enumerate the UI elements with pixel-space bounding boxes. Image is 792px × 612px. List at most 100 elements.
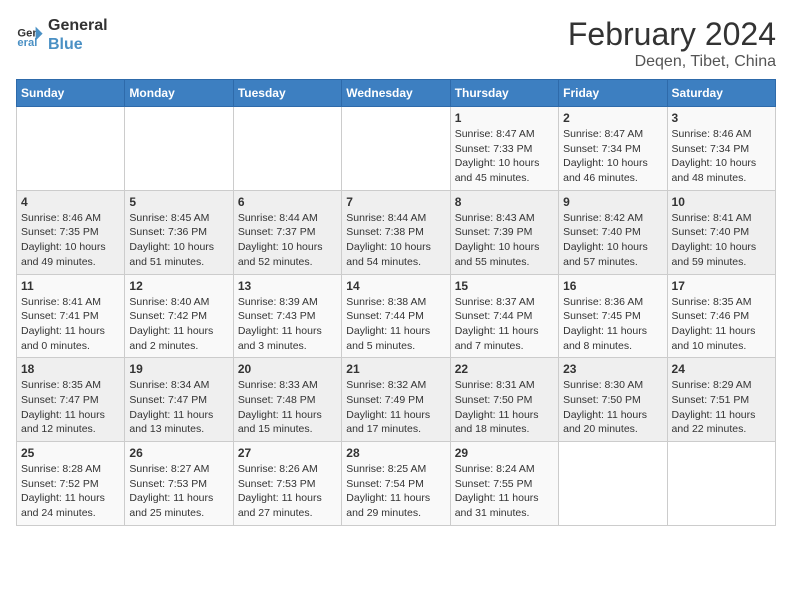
calendar-cell: 10 Sunrise: 8:41 AMSunset: 7:40 PMDayligh… <box>667 190 775 274</box>
day-info: Sunrise: 8:47 AMSunset: 7:34 PMDaylight:… <box>563 127 662 186</box>
day-info: Sunrise: 8:33 AMSunset: 7:48 PMDaylight:… <box>238 378 337 437</box>
calendar-cell: 24Sunrise: 8:29 AMSunset: 7:51 PMDayligh… <box>667 358 775 442</box>
logo-text-blue: Blue <box>48 35 108 54</box>
calendar-cell: 26 Sunrise: 8:27 AMSunset: 7:53 PMDayligh… <box>125 442 233 526</box>
weekday-header-wednesday: Wednesday <box>342 80 450 107</box>
day-number: 1 <box>455 111 554 125</box>
day-number: 25 <box>21 446 120 460</box>
day-number: 15 <box>455 279 554 293</box>
day-info: Sunrise: 8:44 AMSunset: 7:37 PMDaylight:… <box>238 211 337 270</box>
day-info: Sunrise: 8:39 AMSunset: 7:43 PMDaylight:… <box>238 295 337 354</box>
calendar-week-3: 11Sunrise: 8:41 AMSunset: 7:41 PMDayligh… <box>17 274 776 358</box>
day-number: 20 <box>238 362 337 376</box>
day-info: Sunrise: 8:35 AMSunset: 7:46 PMDaylight:… <box>672 295 771 354</box>
day-info: Sunrise: 8:26 AMSunset: 7:53 PMDaylight:… <box>238 462 337 521</box>
day-number: 2 <box>563 111 662 125</box>
day-number: 26 <box>129 446 228 460</box>
weekday-header-monday: Monday <box>125 80 233 107</box>
calendar-cell: 21Sunrise: 8:32 AMSunset: 7:49 PMDayligh… <box>342 358 450 442</box>
calendar-cell: 2 Sunrise: 8:47 AMSunset: 7:34 PMDaylight… <box>559 107 667 191</box>
day-info: Sunrise: 8:25 AMSunset: 7:54 PMDaylight:… <box>346 462 445 521</box>
day-info: Sunrise: 8:31 AMSunset: 7:50 PMDaylight:… <box>455 378 554 437</box>
day-number: 6 <box>238 195 337 209</box>
calendar-cell: 5Sunrise: 8:45 AMSunset: 7:36 PMDaylight… <box>125 190 233 274</box>
calendar-cell: 23 Sunrise: 8:30 AMSunset: 7:50 PMDayligh… <box>559 358 667 442</box>
calendar-cell: 12Sunrise: 8:40 AMSunset: 7:42 PMDayligh… <box>125 274 233 358</box>
day-info: Sunrise: 8:43 AMSunset: 7:39 PMDaylight:… <box>455 211 554 270</box>
calendar-body: 1 Sunrise: 8:47 AMSunset: 7:33 PMDaylight… <box>17 107 776 526</box>
day-number: 8 <box>455 195 554 209</box>
calendar-cell: 8 Sunrise: 8:43 AMSunset: 7:39 PMDaylight… <box>450 190 558 274</box>
title-block: February 2024 Deqen, Tibet, China <box>568 16 776 71</box>
day-info: Sunrise: 8:40 AMSunset: 7:42 PMDaylight:… <box>129 295 228 354</box>
svg-text:eral: eral <box>17 37 37 49</box>
day-info: Sunrise: 8:30 AMSunset: 7:50 PMDaylight:… <box>563 378 662 437</box>
day-number: 19 <box>129 362 228 376</box>
day-info: Sunrise: 8:27 AMSunset: 7:53 PMDaylight:… <box>129 462 228 521</box>
day-number: 16 <box>563 279 662 293</box>
calendar-week-1: 1 Sunrise: 8:47 AMSunset: 7:33 PMDaylight… <box>17 107 776 191</box>
calendar-cell: 13 Sunrise: 8:39 AMSunset: 7:43 PMDayligh… <box>233 274 341 358</box>
calendar-header: SundayMondayTuesdayWednesdayThursdayFrid… <box>17 80 776 107</box>
day-info: Sunrise: 8:47 AMSunset: 7:33 PMDaylight:… <box>455 127 554 186</box>
weekday-header-thursday: Thursday <box>450 80 558 107</box>
calendar-cell: 28 Sunrise: 8:25 AMSunset: 7:54 PMDayligh… <box>342 442 450 526</box>
logo-text-general: General <box>48 16 108 35</box>
calendar-cell: 29Sunrise: 8:24 AMSunset: 7:55 PMDayligh… <box>450 442 558 526</box>
calendar-week-2: 4Sunrise: 8:46 AMSunset: 7:35 PMDaylight… <box>17 190 776 274</box>
day-info: Sunrise: 8:46 AMSunset: 7:34 PMDaylight:… <box>672 127 771 186</box>
day-number: 22 <box>455 362 554 376</box>
day-number: 11 <box>21 279 120 293</box>
calendar-cell <box>17 107 125 191</box>
calendar-cell: 27 Sunrise: 8:26 AMSunset: 7:53 PMDayligh… <box>233 442 341 526</box>
logo-icon: Gen eral <box>16 21 44 49</box>
calendar-cell: 3Sunrise: 8:46 AMSunset: 7:34 PMDaylight… <box>667 107 775 191</box>
calendar-cell: 11Sunrise: 8:41 AMSunset: 7:41 PMDayligh… <box>17 274 125 358</box>
weekday-header-friday: Friday <box>559 80 667 107</box>
day-number: 10 <box>672 195 771 209</box>
day-number: 7 <box>346 195 445 209</box>
day-info: Sunrise: 8:36 AMSunset: 7:45 PMDaylight:… <box>563 295 662 354</box>
calendar-table: SundayMondayTuesdayWednesdayThursdayFrid… <box>16 79 776 526</box>
day-info: Sunrise: 8:35 AMSunset: 7:47 PMDaylight:… <box>21 378 120 437</box>
logo: Gen eral General Blue <box>16 16 108 54</box>
calendar-cell: 15Sunrise: 8:37 AMSunset: 7:44 PMDayligh… <box>450 274 558 358</box>
day-number: 5 <box>129 195 228 209</box>
calendar-cell: 9Sunrise: 8:42 AMSunset: 7:40 PMDaylight… <box>559 190 667 274</box>
calendar-cell: 4Sunrise: 8:46 AMSunset: 7:35 PMDaylight… <box>17 190 125 274</box>
calendar-cell: 14 Sunrise: 8:38 AMSunset: 7:44 PMDayligh… <box>342 274 450 358</box>
day-info: Sunrise: 8:46 AMSunset: 7:35 PMDaylight:… <box>21 211 120 270</box>
calendar-cell <box>667 442 775 526</box>
calendar-cell: 16 Sunrise: 8:36 AMSunset: 7:45 PMDayligh… <box>559 274 667 358</box>
day-info: Sunrise: 8:34 AMSunset: 7:47 PMDaylight:… <box>129 378 228 437</box>
day-info: Sunrise: 8:41 AMSunset: 7:40 PMDaylight:… <box>672 211 771 270</box>
weekday-header-saturday: Saturday <box>667 80 775 107</box>
calendar-cell: 22 Sunrise: 8:31 AMSunset: 7:50 PMDayligh… <box>450 358 558 442</box>
calendar-cell: 17 Sunrise: 8:35 AMSunset: 7:46 PMDayligh… <box>667 274 775 358</box>
day-info: Sunrise: 8:24 AMSunset: 7:55 PMDaylight:… <box>455 462 554 521</box>
day-number: 18 <box>21 362 120 376</box>
day-number: 13 <box>238 279 337 293</box>
weekday-row: SundayMondayTuesdayWednesdayThursdayFrid… <box>17 80 776 107</box>
weekday-header-tuesday: Tuesday <box>233 80 341 107</box>
day-number: 17 <box>672 279 771 293</box>
calendar-cell: 19 Sunrise: 8:34 AMSunset: 7:47 PMDayligh… <box>125 358 233 442</box>
calendar-cell <box>559 442 667 526</box>
day-number: 14 <box>346 279 445 293</box>
calendar-cell: 18 Sunrise: 8:35 AMSunset: 7:47 PMDayligh… <box>17 358 125 442</box>
day-number: 21 <box>346 362 445 376</box>
calendar-cell: 25 Sunrise: 8:28 AMSunset: 7:52 PMDayligh… <box>17 442 125 526</box>
calendar-cell <box>233 107 341 191</box>
day-number: 23 <box>563 362 662 376</box>
day-info: Sunrise: 8:44 AMSunset: 7:38 PMDaylight:… <box>346 211 445 270</box>
calendar-cell <box>342 107 450 191</box>
calendar-title: February 2024 <box>568 16 776 53</box>
day-info: Sunrise: 8:42 AMSunset: 7:40 PMDaylight:… <box>563 211 662 270</box>
day-info: Sunrise: 8:38 AMSunset: 7:44 PMDaylight:… <box>346 295 445 354</box>
day-number: 24 <box>672 362 771 376</box>
page-header: Gen eral General Blue February 2024 Deqe… <box>16 16 776 71</box>
day-info: Sunrise: 8:28 AMSunset: 7:52 PMDaylight:… <box>21 462 120 521</box>
day-number: 28 <box>346 446 445 460</box>
day-number: 27 <box>238 446 337 460</box>
calendar-cell: 20 Sunrise: 8:33 AMSunset: 7:48 PMDayligh… <box>233 358 341 442</box>
